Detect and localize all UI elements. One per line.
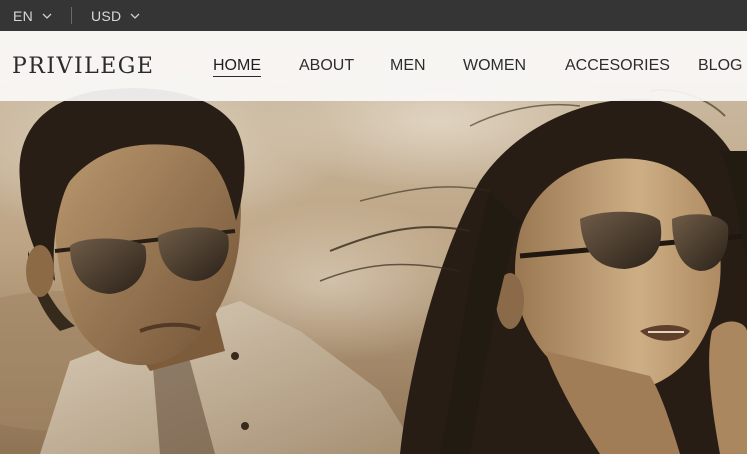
chevron-down-icon: [131, 13, 140, 19]
nav-item-women[interactable]: WOMEN: [463, 31, 526, 101]
chevron-down-icon: [42, 13, 52, 19]
currency-label: USD: [91, 7, 122, 24]
nav-item-about[interactable]: ABOUT: [299, 31, 354, 101]
brand-logo[interactable]: PRIVILEGE: [12, 31, 154, 101]
currency-selector[interactable]: USD: [91, 0, 140, 31]
language-label: EN: [13, 7, 34, 24]
top-utility-bar: EN USD: [0, 0, 747, 31]
language-selector[interactable]: EN: [13, 0, 52, 31]
nav-item-blog[interactable]: BLOG: [698, 31, 742, 101]
nav-item-men[interactable]: MEN: [390, 31, 426, 101]
nav-item-home[interactable]: HOME: [213, 31, 261, 101]
nav-item-accesories[interactable]: ACCESORIES: [565, 31, 670, 101]
main-navigation: PRIVILEGE HOME ABOUT MEN WOMEN ACCESORIE…: [0, 31, 747, 101]
topbar-divider: [71, 7, 72, 24]
